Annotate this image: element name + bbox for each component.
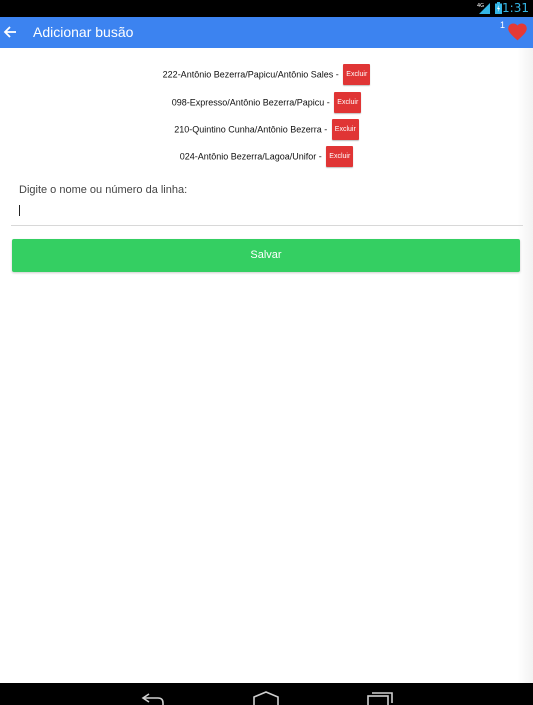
arrow-left-icon[interactable] (3, 25, 17, 39)
bus-line-name: 024-Antônio Bezerra/Lagoa/Unifor - (179, 151, 322, 162)
bus-line-item: 098-Expresso/Antônio Bezerra/Papicu - Ex… (0, 92, 533, 113)
bus-line-name: 222-Antônio Bezerra/Papicu/Antônio Sales… (162, 69, 339, 80)
bus-line-item: 024-Antônio Bezerra/Lagoa/Unifor - Exclu… (0, 146, 533, 167)
favorite-count: 1 (500, 20, 506, 30)
delete-button[interactable]: Excluir (326, 146, 354, 167)
bus-line-name: 098-Expresso/Antônio Bezerra/Papicu - (171, 97, 330, 108)
recents-nav-icon[interactable] (366, 691, 394, 705)
bus-line-name: 210-Quintino Cunha/Antônio Bezerra - (174, 124, 328, 135)
line-search-input[interactable] (11, 200, 523, 226)
signal-icon: 4G (477, 3, 490, 14)
delete-button[interactable]: Excluir (334, 92, 362, 113)
delete-button[interactable]: Excluir (343, 64, 371, 85)
page-title: Adicionar busão (33, 24, 134, 40)
status-time: 1:31 (502, 1, 529, 15)
bus-line-item: 210-Quintino Cunha/Antônio Bezerra - Exc… (0, 119, 533, 140)
network-type-label: 4G (477, 3, 484, 9)
back-nav-icon[interactable] (141, 691, 165, 705)
heart-icon[interactable] (508, 23, 527, 41)
line-input-label: Digite o nome ou número da linha: (19, 184, 188, 196)
text-cursor (19, 205, 20, 216)
home-nav-icon[interactable] (252, 691, 280, 705)
bus-line-item: 222-Antônio Bezerra/Papicu/Antônio Sales… (0, 64, 533, 85)
system-nav-bar (0, 683, 533, 705)
status-bar: 4G 1:31 (0, 0, 533, 17)
delete-button[interactable]: Excluir (331, 119, 359, 140)
battery-icon (495, 2, 502, 14)
save-button[interactable]: Salvar (12, 239, 520, 272)
drawer-edge-shadow (517, 48, 533, 683)
app-bar: Adicionar busão 1 (0, 17, 533, 48)
